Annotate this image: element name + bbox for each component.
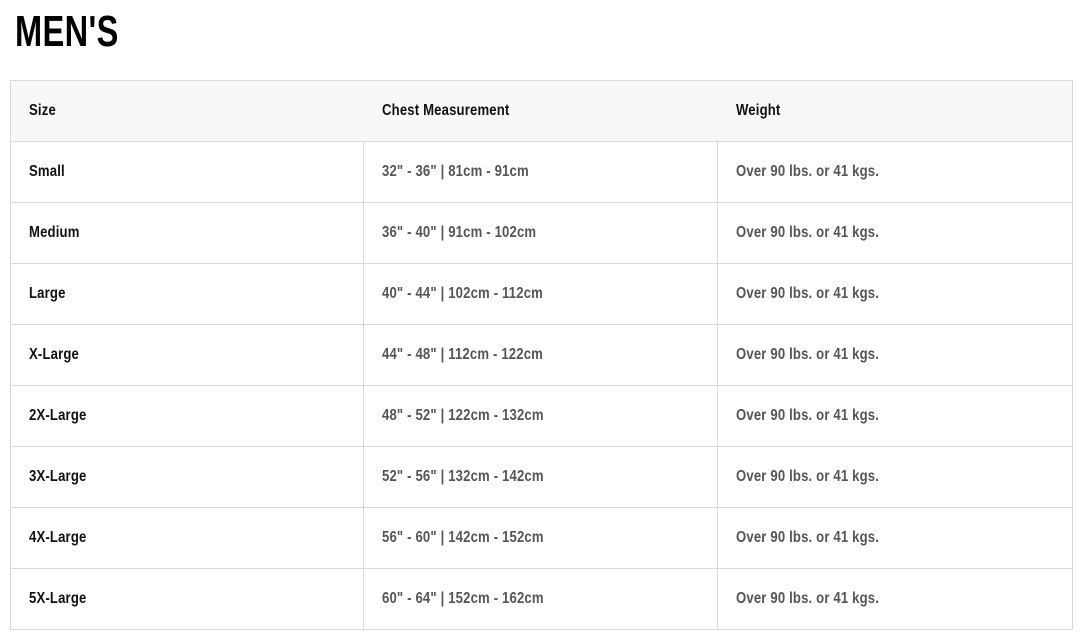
- column-header-label: Size: [29, 102, 56, 119]
- weight-cell: Over 90 lbs. or 41 kgs.: [717, 568, 1073, 630]
- weight-cell: Over 90 lbs. or 41 kgs.: [717, 507, 1073, 569]
- chest-value: 44" - 48" | 112cm - 122cm: [382, 346, 543, 363]
- size-cell: 3X-Large: [10, 446, 364, 508]
- size-label: X-Large: [29, 346, 80, 363]
- weight-value: Over 90 lbs. or 41 kgs.: [736, 285, 880, 302]
- weight-value: Over 90 lbs. or 41 kgs.: [736, 346, 880, 363]
- size-label: Small: [29, 163, 65, 180]
- chest-value: 32" - 36" | 81cm - 91cm: [382, 163, 529, 180]
- column-header-chest: Chest Measurement: [363, 80, 718, 142]
- size-chart-table: Size Chest Measurement Weight Small 32" …: [10, 80, 1073, 630]
- size-label: 2X-Large: [29, 407, 87, 424]
- size-cell: Small: [10, 141, 364, 203]
- chest-value: 36" - 40" | 91cm - 102cm: [382, 224, 537, 241]
- weight-cell: Over 90 lbs. or 41 kgs.: [717, 385, 1073, 447]
- table-row: 5X-Large 60" - 64" | 152cm - 162cm Over …: [10, 568, 1073, 630]
- weight-cell: Over 90 lbs. or 41 kgs.: [717, 202, 1073, 264]
- size-label: Large: [29, 285, 66, 302]
- chest-value: 52" - 56" | 132cm - 142cm: [382, 468, 544, 485]
- weight-value: Over 90 lbs. or 41 kgs.: [736, 590, 880, 607]
- weight-cell: Over 90 lbs. or 41 kgs.: [717, 446, 1073, 508]
- column-header-weight: Weight: [717, 80, 1073, 142]
- size-cell: 5X-Large: [10, 568, 364, 630]
- table-row: 2X-Large 48" - 52" | 122cm - 132cm Over …: [10, 385, 1073, 447]
- chest-cell: 44" - 48" | 112cm - 122cm: [363, 324, 718, 386]
- size-cell: Large: [10, 263, 364, 325]
- weight-value: Over 90 lbs. or 41 kgs.: [736, 163, 880, 180]
- size-label: 5X-Large: [29, 590, 87, 607]
- chest-cell: 36" - 40" | 91cm - 102cm: [363, 202, 718, 264]
- chest-cell: 32" - 36" | 81cm - 91cm: [363, 141, 718, 203]
- size-cell: Medium: [10, 202, 364, 264]
- column-header-label: Weight: [735, 102, 780, 119]
- size-label: Medium: [29, 224, 80, 241]
- size-label: 4X-Large: [29, 529, 87, 546]
- weight-value: Over 90 lbs. or 41 kgs.: [736, 407, 880, 424]
- table-row: Small 32" - 36" | 81cm - 91cm Over 90 lb…: [10, 141, 1073, 203]
- table-row: Large 40" - 44" | 102cm - 112cm Over 90 …: [10, 263, 1073, 325]
- table-row: X-Large 44" - 48" | 112cm - 122cm Over 9…: [10, 324, 1073, 386]
- chest-cell: 40" - 44" | 102cm - 112cm: [363, 263, 718, 325]
- chest-cell: 48" - 52" | 122cm - 132cm: [363, 385, 718, 447]
- chest-value: 40" - 44" | 102cm - 112cm: [382, 285, 543, 302]
- size-label: 3X-Large: [29, 468, 87, 485]
- table-row: 4X-Large 56" - 60" | 142cm - 152cm Over …: [10, 507, 1073, 569]
- column-header-size: Size: [10, 80, 364, 142]
- chest-value: 56" - 60" | 142cm - 152cm: [382, 529, 544, 546]
- column-header-label: Chest Measurement: [381, 102, 509, 119]
- weight-cell: Over 90 lbs. or 41 kgs.: [717, 141, 1073, 203]
- chest-value: 48" - 52" | 122cm - 132cm: [382, 407, 544, 424]
- weight-value: Over 90 lbs. or 41 kgs.: [736, 224, 880, 241]
- chest-cell: 60" - 64" | 152cm - 162cm: [363, 568, 718, 630]
- chest-cell: 52" - 56" | 132cm - 142cm: [363, 446, 718, 508]
- weight-value: Over 90 lbs. or 41 kgs.: [736, 468, 880, 485]
- table-header-row: Size Chest Measurement Weight: [10, 80, 1073, 142]
- table-row: Medium 36" - 40" | 91cm - 102cm Over 90 …: [10, 202, 1073, 264]
- size-cell: 2X-Large: [10, 385, 364, 447]
- chest-cell: 56" - 60" | 142cm - 152cm: [363, 507, 718, 569]
- size-cell: X-Large: [10, 324, 364, 386]
- weight-cell: Over 90 lbs. or 41 kgs.: [717, 324, 1073, 386]
- weight-cell: Over 90 lbs. or 41 kgs.: [717, 263, 1073, 325]
- weight-value: Over 90 lbs. or 41 kgs.: [736, 529, 880, 546]
- table-row: 3X-Large 52" - 56" | 132cm - 142cm Over …: [10, 446, 1073, 508]
- chest-value: 60" - 64" | 152cm - 162cm: [382, 590, 544, 607]
- size-cell: 4X-Large: [10, 507, 364, 569]
- page-title: MEN'S: [15, 7, 119, 56]
